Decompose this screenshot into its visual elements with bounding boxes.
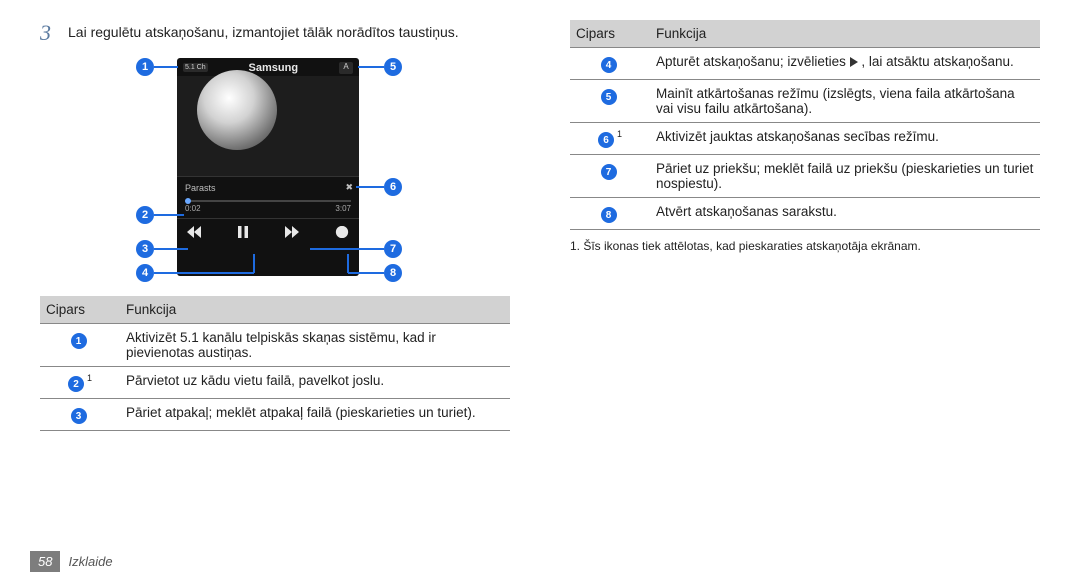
th-cipars: Cipars — [570, 20, 650, 48]
th-cipars: Cipars — [40, 296, 120, 324]
prev-icon[interactable] — [187, 226, 201, 241]
table-row: 1 — [40, 324, 120, 367]
row-num: 4 — [601, 57, 617, 73]
row-text: Mainīt atkārtošanas režīmu (izslēgts, vi… — [650, 80, 1040, 123]
time-total: 3:07 — [335, 204, 351, 213]
leader-3 — [154, 248, 188, 250]
phone-mock: 5.1 Ch Samsung A Parasts ✖ 0:02 3:07 — [177, 58, 359, 276]
callout-6: 6 — [384, 178, 402, 196]
left-function-table: Cipars Funkcija 1 Aktivizēt 5.1 kanālu t… — [40, 296, 510, 431]
table-row: 7 — [570, 155, 650, 198]
playlist-icon[interactable] — [335, 226, 349, 241]
time-elapsed: 0:02 — [185, 204, 201, 213]
step-text: Lai regulētu atskaņošanu, izmantojiet tā… — [68, 20, 459, 40]
leader-8 — [348, 272, 384, 274]
table-row: 61 — [570, 123, 650, 155]
row-text: Atvērt atskaņošanas sarakstu. — [650, 198, 1040, 230]
leader-5 — [358, 66, 384, 68]
row-num: 1 — [71, 333, 87, 349]
leader-8v — [347, 254, 349, 273]
row-num: 5 — [601, 89, 617, 105]
footnote: 1. Šīs ikonas tiek attēlotas, kad pieska… — [570, 238, 1040, 254]
th-funkcija: Funkcija — [120, 296, 510, 324]
callout-7: 7 — [384, 240, 402, 258]
table-row: 5 — [570, 80, 650, 123]
table-row: 3 — [40, 399, 120, 431]
th-funkcija: Funkcija — [650, 20, 1040, 48]
callout-5: 5 — [384, 58, 402, 76]
row-text: Pāriet atpakaļ; meklēt atpakaļ failā (pi… — [120, 399, 510, 431]
repeat-mode-button[interactable]: A — [339, 62, 353, 74]
callout-4: 4 — [136, 264, 154, 282]
row-num: 6 — [598, 132, 614, 148]
leader-6 — [356, 186, 384, 188]
track-title: Samsung — [249, 62, 299, 74]
row-num: 8 — [601, 207, 617, 223]
table-row: 21 — [40, 367, 120, 399]
album-art — [177, 76, 359, 176]
row-num: 2 — [68, 376, 84, 392]
page-number: 58 — [30, 551, 60, 572]
progress-bar[interactable] — [185, 200, 351, 202]
leader-1 — [154, 66, 178, 68]
row-num: 7 — [601, 164, 617, 180]
callout-2: 2 — [136, 206, 154, 224]
row-text: Aktivizēt jauktas atskaņošanas secības r… — [650, 123, 1040, 155]
eq-mode-label: Parasts — [185, 183, 216, 193]
right-function-table: Cipars Funkcija 4 Apturēt atskaņošanu; i… — [570, 20, 1040, 230]
player-illustration: 5.1 Ch Samsung A Parasts ✖ 0:02 3:07 — [100, 54, 410, 284]
leader-7 — [310, 248, 384, 250]
row-num: 3 — [71, 408, 87, 424]
row-text: Apturēt atskaņošanu; izvēlieties , lai a… — [650, 48, 1040, 80]
table-row: 8 — [570, 198, 650, 230]
pause-icon[interactable] — [237, 226, 249, 241]
surround-51-button[interactable]: 5.1 Ch — [183, 63, 208, 72]
callout-1: 1 — [136, 58, 154, 76]
leader-4 — [154, 272, 254, 274]
callout-3: 3 — [136, 240, 154, 258]
row-text: Pārvietot uz kādu vietu failā, pavelkot … — [120, 367, 510, 399]
section-name: Izklaide — [68, 554, 112, 569]
step-number: 3 — [40, 20, 60, 46]
progress-area: 0:02 3:07 — [177, 198, 359, 218]
row-text: Aktivizēt 5.1 kanālu telpiskās skaņas si… — [120, 324, 510, 367]
shuffle-icon[interactable]: ✖ — [345, 182, 351, 193]
callout-8: 8 — [384, 264, 402, 282]
leader-4v — [253, 254, 255, 273]
leader-2 — [154, 214, 184, 216]
next-icon[interactable] — [285, 226, 299, 241]
row-text: Pāriet uz priekšu; meklēt failā uz priek… — [650, 155, 1040, 198]
play-icon — [850, 57, 858, 67]
table-row: 4 — [570, 48, 650, 80]
